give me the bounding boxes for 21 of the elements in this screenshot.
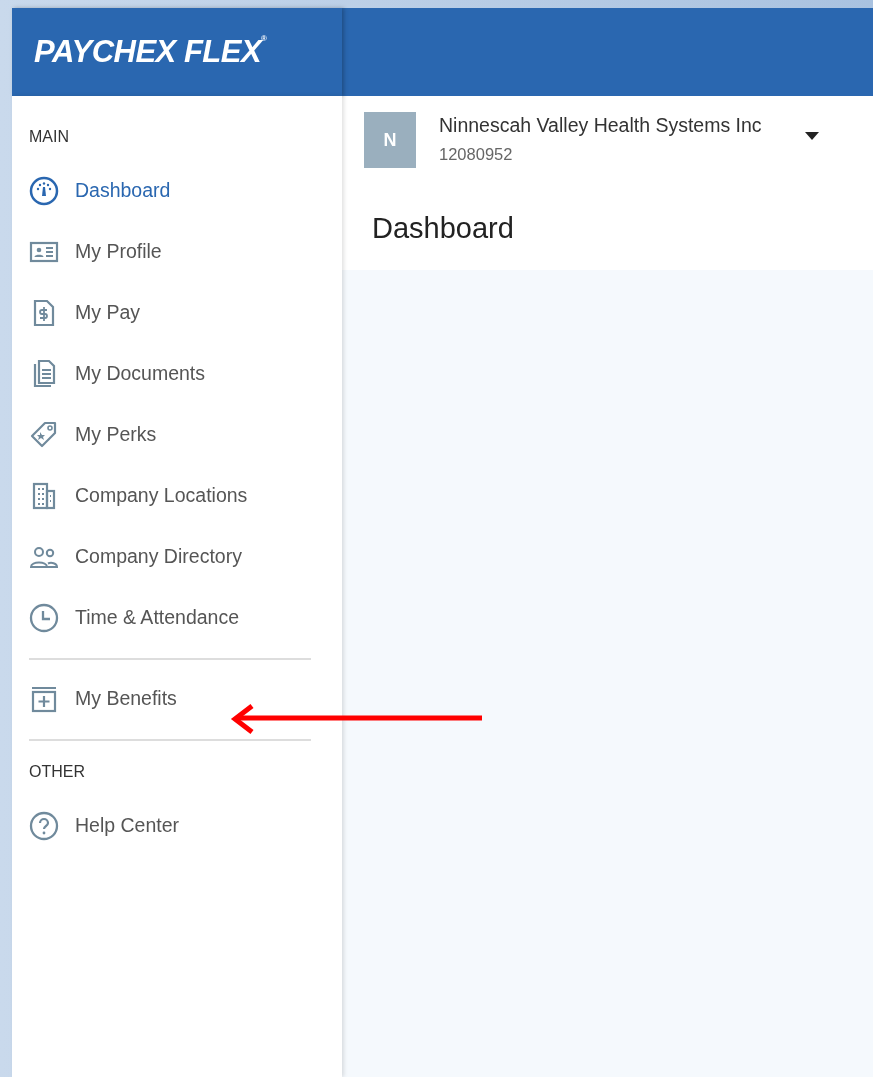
sidebar-item[interactable]: Help Center bbox=[29, 795, 311, 856]
sidebar-item[interactable]: My Perks bbox=[29, 404, 311, 465]
sidebar-item[interactable]: My Pay bbox=[29, 282, 311, 343]
sidebar-item[interactable]: My Profile bbox=[29, 221, 311, 282]
tag-icon bbox=[29, 419, 59, 450]
sidebar-item[interactable]: My Benefits bbox=[29, 668, 311, 729]
company-avatar: N bbox=[364, 112, 416, 168]
clock-icon bbox=[29, 602, 59, 633]
section-heading: OTHER bbox=[29, 762, 86, 782]
section-heading: MAIN bbox=[29, 127, 70, 147]
company-number: 12080952 bbox=[439, 145, 514, 164]
dropdown-caret-icon[interactable] bbox=[804, 132, 819, 140]
company-name[interactable]: Ninnescah Valley Health Systems Inc bbox=[439, 114, 762, 137]
page-title: Dashboard bbox=[372, 212, 515, 245]
help-icon bbox=[29, 810, 59, 841]
sidebar-item[interactable]: Company Locations bbox=[29, 465, 311, 526]
gauge-icon bbox=[29, 175, 59, 206]
sidebar-item[interactable]: My Documents bbox=[29, 343, 311, 404]
sidebar-item[interactable]: Company Directory bbox=[29, 526, 311, 587]
sidebar-item[interactable]: Time & Attendance bbox=[29, 587, 311, 648]
sidebar-item[interactable]: Dashboard bbox=[29, 160, 311, 221]
